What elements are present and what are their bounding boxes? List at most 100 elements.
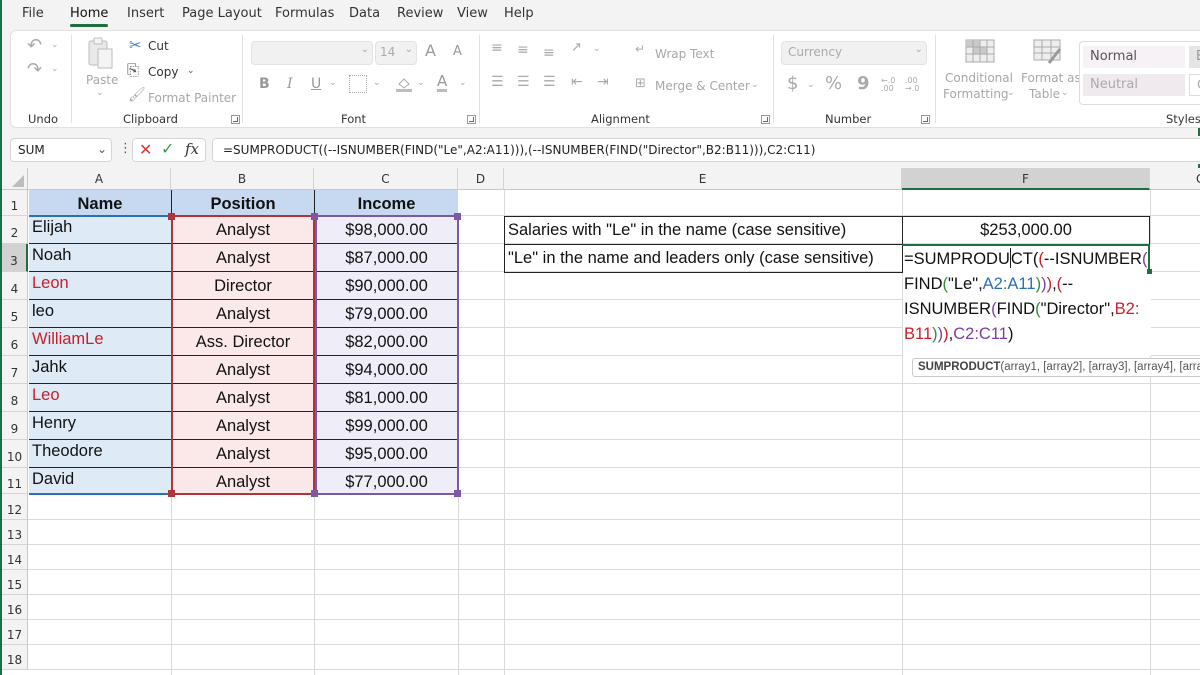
align-right-icon[interactable]: ☰ (543, 75, 556, 89)
format-painter-button[interactable]: Format Painter (148, 91, 236, 105)
table-cell-income[interactable]: $99,000.00 (315, 417, 458, 436)
bottom-align-icon[interactable]: ≡ (543, 46, 555, 60)
table-cell-income[interactable]: $95,000.00 (315, 445, 458, 464)
comma-style-icon[interactable]: 9 (857, 75, 870, 93)
column-header-f[interactable]: F (902, 168, 1150, 190)
align-left-icon[interactable]: ☰ (491, 75, 504, 89)
alignment-dialog-launcher[interactable] (761, 115, 770, 124)
format-as-table-label-2[interactable]: Table (1029, 87, 1060, 101)
table-cell-name[interactable]: Jahk (32, 358, 67, 377)
fill-handle[interactable] (1147, 269, 1152, 274)
style-neutral[interactable]: Neutral (1083, 74, 1185, 96)
tab-home[interactable]: Home (70, 6, 109, 27)
tab-file[interactable]: File (22, 6, 44, 21)
row-header[interactable]: 6 (2, 328, 28, 356)
chevron-down-icon[interactable]: ⌄ (97, 142, 107, 156)
decrease-indent-icon[interactable]: ⇤ (571, 75, 583, 89)
table-header-cell[interactable]: Position (172, 195, 314, 214)
style-normal[interactable]: Normal (1083, 46, 1185, 68)
table-cell-position[interactable]: Analyst (172, 445, 314, 464)
insert-function-icon[interactable]: fx (185, 140, 199, 158)
currency-dropdown-icon[interactable]: ⌄ (807, 81, 815, 90)
more-options-icon[interactable]: ⋮ (119, 141, 132, 156)
paste-icon[interactable] (87, 37, 115, 71)
cell-edit-formula[interactable]: =SUMPRODUCT((--ISNUMBER( FIND("Le",A2:A1… (903, 246, 1151, 356)
column-header-c[interactable]: C (314, 168, 458, 190)
grow-font-icon[interactable]: A (425, 43, 436, 59)
column-header-d[interactable]: D (458, 168, 504, 190)
conditional-formatting-label-1[interactable]: Conditional (945, 71, 1013, 85)
increase-indent-icon[interactable]: ⇥ (597, 75, 609, 89)
table-cell-name[interactable]: Theodore (32, 442, 103, 461)
row-header[interactable]: 12 (2, 494, 28, 520)
column-header-a[interactable]: A (28, 168, 171, 190)
style-bad[interactable]: B (1189, 46, 1200, 68)
style-calculation[interactable]: C (1189, 74, 1200, 96)
paste-dropdown-icon[interactable]: ⌄ (96, 89, 104, 98)
range-resize-handle[interactable] (454, 213, 461, 220)
conditional-formatting-label-2[interactable]: Formatting (943, 87, 1009, 101)
table-cell-name[interactable]: leo (32, 302, 54, 321)
row-header[interactable]: 4 (2, 272, 28, 300)
row-header[interactable]: 7 (2, 356, 28, 384)
table-cell-position[interactable]: Analyst (172, 473, 314, 492)
clipboard-dialog-launcher[interactable] (231, 115, 240, 124)
fill-color-dropdown-icon[interactable]: ⌄ (417, 79, 425, 88)
range-resize-handle[interactable] (311, 490, 318, 497)
table-cell-income[interactable]: $82,000.00 (315, 333, 458, 352)
table-cell-name[interactable]: Noah (32, 246, 71, 265)
font-color-icon[interactable]: A (437, 74, 448, 92)
row-header[interactable]: 15 (2, 570, 28, 595)
summary-label-2[interactable]: "Le" in the name and leaders only (case … (508, 249, 874, 268)
borders-icon[interactable] (349, 75, 367, 93)
font-color-dropdown-icon[interactable]: ⌄ (459, 79, 467, 88)
number-format-select[interactable]: Currency ⌄ (781, 41, 927, 65)
tab-page-layout[interactable]: Page Layout (182, 6, 262, 21)
merge-center-button[interactable]: Merge & Center (655, 79, 750, 93)
align-center-icon[interactable]: ☰ (517, 75, 530, 89)
table-cell-position[interactable]: Analyst (172, 417, 314, 436)
top-align-icon[interactable]: ≡ (491, 41, 503, 55)
table-cell-position[interactable]: Director (172, 277, 314, 296)
tab-insert[interactable]: Insert (127, 6, 164, 21)
tab-view[interactable]: View (457, 6, 488, 21)
orientation-icon[interactable]: ↗ (571, 41, 582, 54)
table-header-cell[interactable]: Name (29, 195, 171, 214)
font-name-select[interactable]: ⌄ (251, 41, 373, 65)
merge-dropdown-icon[interactable]: ⌄ (751, 81, 759, 90)
row-header[interactable]: 11 (2, 468, 28, 494)
enter-icon[interactable]: ✓ (161, 139, 174, 158)
summary-label-1[interactable]: Salaries with "Le" in the name (case sen… (508, 221, 846, 240)
table-cell-position[interactable]: Analyst (172, 389, 314, 408)
row-header[interactable]: 5 (2, 300, 28, 328)
range-resize-handle[interactable] (311, 213, 318, 220)
redo-dropdown-icon[interactable]: ⌄ (51, 65, 59, 74)
table-cell-income[interactable]: $81,000.00 (315, 389, 458, 408)
undo-dropdown-icon[interactable]: ⌄ (51, 41, 59, 50)
tab-review[interactable]: Review (397, 6, 443, 21)
cut-button[interactable]: Cut (148, 39, 169, 53)
table-cell-position[interactable]: Analyst (172, 249, 314, 268)
row-header[interactable]: 13 (2, 520, 28, 545)
column-header-g[interactable]: G (1150, 168, 1200, 190)
paste-button[interactable]: Paste (86, 73, 118, 87)
row-header[interactable]: 18 (2, 645, 28, 670)
column-header-b[interactable]: B (171, 168, 314, 190)
table-cell-income[interactable]: $90,000.00 (315, 277, 458, 296)
table-cell-income[interactable]: $98,000.00 (315, 221, 458, 240)
copy-button[interactable]: Copy (148, 65, 178, 79)
bold-button[interactable]: B (259, 77, 270, 91)
select-all-button[interactable] (2, 168, 28, 190)
row-header[interactable]: 2 (2, 216, 28, 244)
formula-input[interactable]: =SUMPRODUCT((--ISNUMBER(FIND("Le",A2:A11… (212, 138, 1200, 162)
italic-button[interactable]: I (287, 77, 293, 91)
middle-align-icon[interactable]: ≡ (517, 43, 529, 57)
table-cell-name[interactable]: Leo (32, 386, 60, 405)
format-as-table-label-1[interactable]: Format as (1021, 71, 1081, 85)
table-cell-position[interactable]: Analyst (172, 305, 314, 324)
font-size-select[interactable]: 14 ⌄ (375, 41, 417, 65)
table-cell-name[interactable]: Leon (32, 274, 69, 293)
tab-help[interactable]: Help (504, 6, 534, 21)
table-cell-position[interactable]: Analyst (172, 221, 314, 240)
increase-decimal-icon[interactable]: ←.0 .00 (881, 77, 899, 93)
